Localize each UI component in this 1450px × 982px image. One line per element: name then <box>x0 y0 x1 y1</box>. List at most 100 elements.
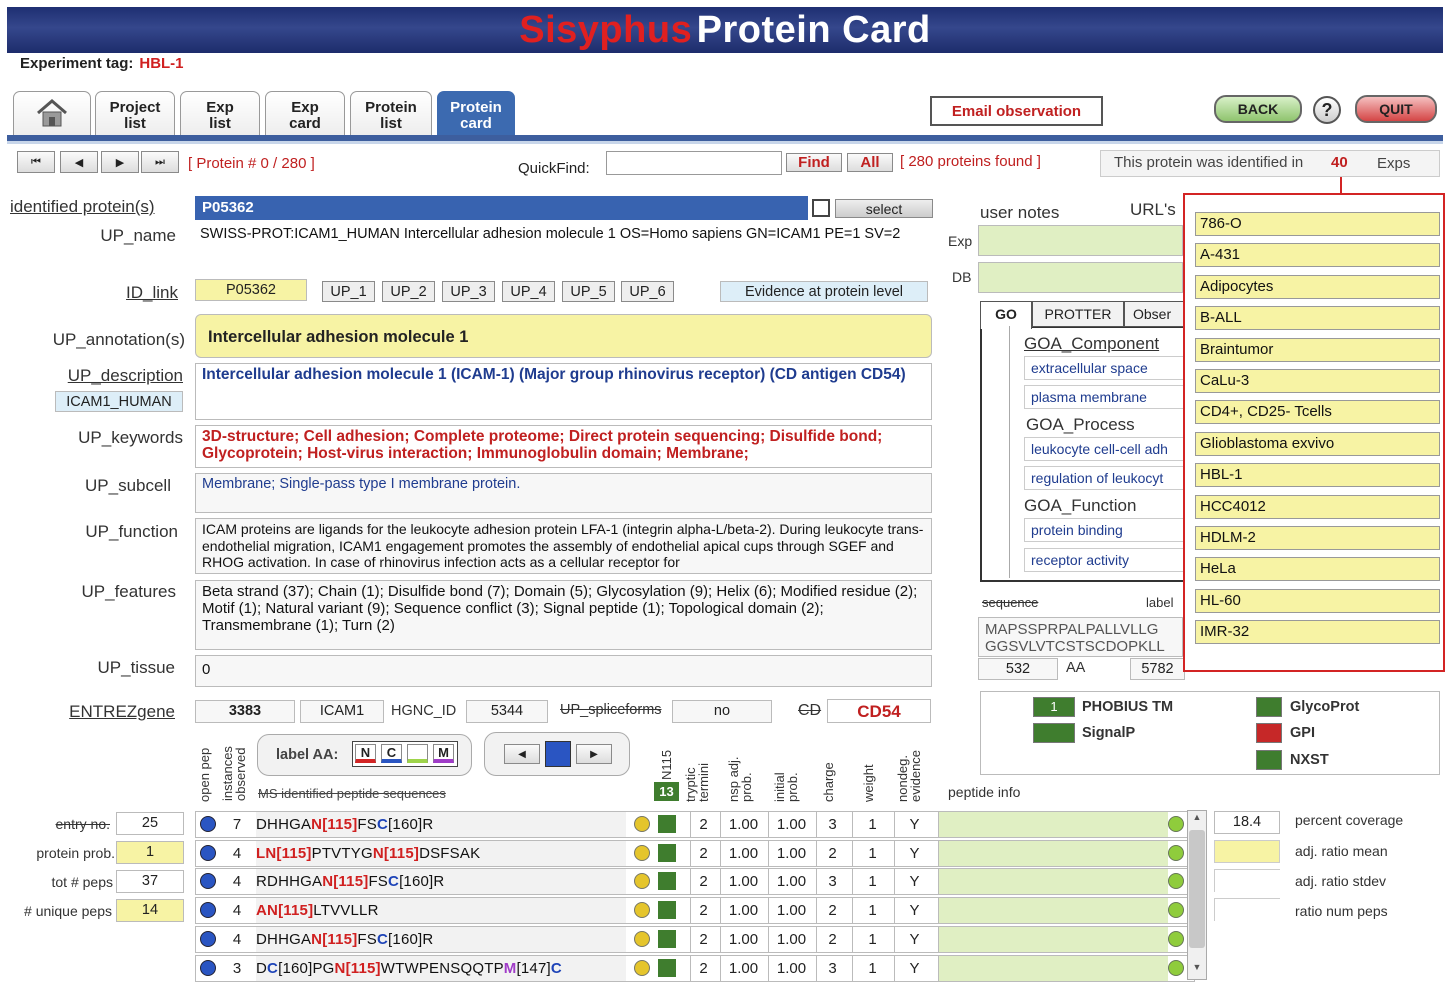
peptide-info-cell[interactable] <box>938 812 1168 837</box>
db-notes-field[interactable] <box>978 262 1183 293</box>
go-component-2[interactable]: plasma membrane <box>1024 385 1184 409</box>
exp-item[interactable]: HCC4012 <box>1195 495 1440 519</box>
scroll-down-icon[interactable]: ▼ <box>1189 962 1205 976</box>
label-aa-label: label AA: <box>276 747 339 763</box>
help-button[interactable]: ? <box>1313 96 1341 124</box>
tab-observations[interactable]: Obser <box>1124 301 1184 327</box>
label-aa-c[interactable]: C <box>381 744 402 763</box>
open-pep-dot[interactable] <box>200 816 216 832</box>
tryptic-cell: 2 <box>690 955 716 981</box>
peptide-info-cell[interactable] <box>938 955 1168 981</box>
open-pep-dot[interactable] <box>200 844 216 861</box>
up-link-2[interactable]: UP_2 <box>382 281 435 302</box>
select-button[interactable]: select <box>835 199 933 218</box>
hgnc-value: 5344 <box>466 700 548 723</box>
open-pep-dot[interactable] <box>200 902 216 919</box>
label-aa-n[interactable]: N <box>355 744 376 763</box>
exp-notes-field[interactable] <box>978 225 1183 256</box>
go-component-1[interactable]: extracellular space <box>1024 356 1184 380</box>
tab-go[interactable]: GO <box>980 301 1032 329</box>
email-observation-button[interactable]: Email observation <box>930 96 1103 126</box>
exp-item[interactable]: HeLa <box>1195 557 1440 581</box>
exp-item[interactable]: HDLM-2 <box>1195 526 1440 550</box>
pep-prev-button[interactable]: ◀ <box>504 744 540 764</box>
up-link-5[interactable]: UP_5 <box>562 281 615 302</box>
peptide-sequence[interactable]: DC[160]PGN[115]WTWPENSQQTPM[147]C <box>256 955 626 981</box>
exp-item[interactable]: Glioblastoma exvivo <box>1195 432 1440 456</box>
go-process-2[interactable]: regulation of leukocyt <box>1024 466 1184 490</box>
table-row[interactable]: 4 RDHHGAN[115]FSC[160]R 2 1.00 1.00 3 1 Y <box>195 868 1195 896</box>
identified-protein-label: identified protein(s) <box>10 197 155 216</box>
peptide-info-cell[interactable] <box>938 869 1168 895</box>
first-record-button[interactable]: ⏮ <box>17 151 55 173</box>
tab-home[interactable] <box>13 91 91 135</box>
sequence-fragment: N[115] <box>311 930 358 948</box>
exp-item[interactable]: 786-O <box>1195 212 1440 236</box>
exp-item[interactable]: IMR-32 <box>1195 620 1440 644</box>
tab-project-list[interactable]: Project list <box>95 91 175 135</box>
select-checkbox[interactable] <box>812 199 830 217</box>
table-row[interactable]: 3 DC[160]PGN[115]WTWPENSQQTPM[147]C 2 1.00 1… <box>195 954 1195 982</box>
last-record-button[interactable]: ⏭ <box>141 151 179 173</box>
entrezgene-value[interactable]: 3383 <box>195 700 295 723</box>
tab-protter[interactable]: PROTTER <box>1032 301 1124 327</box>
tab-protein-card[interactable]: Protein card <box>437 91 515 135</box>
up-link-1[interactable]: UP_1 <box>322 281 375 302</box>
exp-item[interactable]: B-ALL <box>1195 306 1440 330</box>
exp-item[interactable]: HBL-1 <box>1195 463 1440 487</box>
up-link-6[interactable]: UP_6 <box>621 281 674 302</box>
go-process-1[interactable]: leukocyte cell-cell adh <box>1024 437 1184 461</box>
tab-protein-list[interactable]: Protein list <box>350 91 432 135</box>
nondeg-cell: Y <box>894 955 934 981</box>
peptide-sequence[interactable]: LN[115]PTVTYGN[115]DSFSAK <box>256 840 626 866</box>
go-function-2[interactable]: receptor activity <box>1024 548 1184 572</box>
find-button[interactable]: Find <box>786 153 842 172</box>
pep-next-button[interactable]: ▶ <box>576 744 612 764</box>
tab-exp-list[interactable]: Exp list <box>180 91 260 135</box>
up-link-4[interactable]: UP_4 <box>502 281 555 302</box>
scroll-up-icon[interactable]: ▲ <box>1189 812 1205 826</box>
sequence-fragment: RDHHGA <box>256 873 323 891</box>
scroll-thumb[interactable] <box>1189 830 1205 948</box>
sequence-fragment: C <box>376 816 389 833</box>
nondeg-cell: Y <box>894 898 934 924</box>
open-pep-dot[interactable] <box>200 959 216 976</box>
peptide-sequence[interactable]: DHHGAN[115]FSC[160]R <box>256 926 626 952</box>
exp-item[interactable]: HL-60 <box>1195 589 1440 613</box>
open-pep-dot[interactable] <box>200 930 216 947</box>
peptide-info-cell[interactable] <box>938 898 1168 924</box>
next-record-button[interactable]: ▶ <box>101 151 139 173</box>
back-button[interactable]: BACK <box>1214 95 1302 123</box>
exp-item[interactable]: A-431 <box>1195 243 1440 267</box>
prev-record-button[interactable]: ◀ <box>60 151 98 173</box>
tab-exp-card[interactable]: Exp card <box>265 91 345 135</box>
exp-item[interactable]: Adipocytes <box>1195 275 1440 299</box>
peptide-info-header: peptide info <box>948 784 1021 800</box>
tryptic-cell: 2 <box>690 812 716 837</box>
sequence-fragment: A <box>256 902 268 920</box>
table-row[interactable]: 7 DHHGAN[115]FSC[160]R 2 1.00 1.00 3 1 Y <box>195 811 1195 838</box>
accession-bar[interactable]: P05362 <box>195 196 808 220</box>
label-aa-m[interactable]: M <box>433 744 454 763</box>
peptide-info-cell[interactable] <box>938 840 1168 866</box>
table-row[interactable]: 4 LN[115]PTVTYGN[115]DSFSAK 2 1.00 1.00 2 1 Y <box>195 839 1195 867</box>
exp-item[interactable]: CD4+, CD25- Tcells <box>1195 400 1440 424</box>
peptide-sequence[interactable]: DHHGAN[115]FSC[160]R <box>256 812 626 837</box>
peptide-sequence[interactable]: AN[115]LTVVLLR <box>256 898 626 924</box>
quickfind-input[interactable] <box>606 151 782 175</box>
open-pep-dot[interactable] <box>200 873 216 890</box>
exp-item[interactable]: CaLu-3 <box>1195 369 1440 393</box>
all-button[interactable]: All <box>847 153 893 172</box>
peptide-info-cell[interactable] <box>938 926 1168 952</box>
title-bar: Sisyphus Protein Card <box>7 7 1443 53</box>
exp-item[interactable]: Braintumor <box>1195 338 1440 362</box>
quit-button[interactable]: QUIT <box>1355 95 1437 123</box>
id-link-button[interactable]: P05362 <box>195 279 307 301</box>
table-row[interactable]: 4 AN[115]LTVVLLR 2 1.00 1.00 2 1 Y <box>195 897 1195 925</box>
peptide-sequence[interactable]: RDHHGAN[115]FSC[160]R <box>256 869 626 895</box>
go-function-1[interactable]: protein binding <box>1024 518 1184 542</box>
table-row[interactable]: 4 DHHGAN[115]FSC[160]R 2 1.00 1.00 2 1 Y <box>195 925 1195 953</box>
up-link-3[interactable]: UP_3 <box>442 281 495 302</box>
nav-divider-light <box>7 141 1443 144</box>
label-aa-empty[interactable] <box>407 744 428 763</box>
